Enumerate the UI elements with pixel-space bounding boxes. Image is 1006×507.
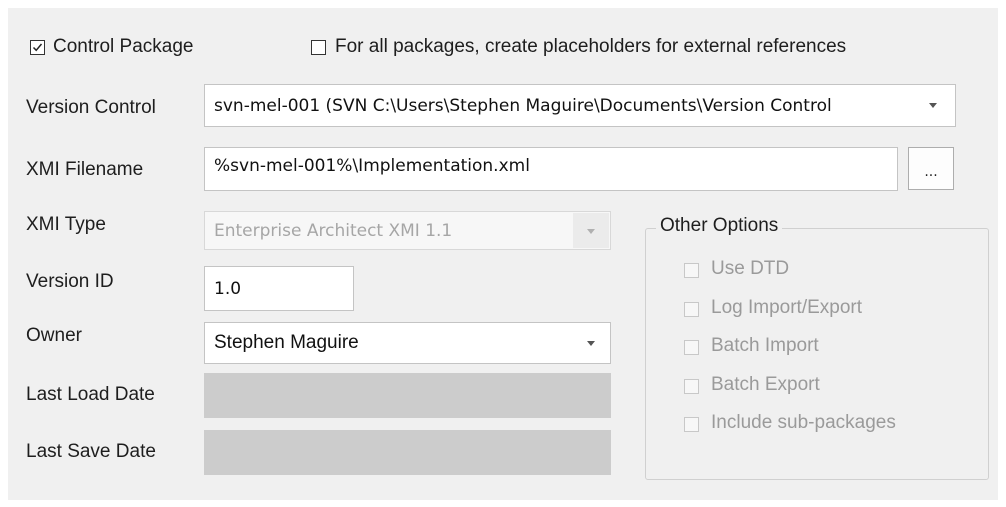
owner-value: Stephen Maguire <box>214 332 359 353</box>
version-id-value: 1.0 <box>214 278 242 299</box>
log-import-export-label: Log Import/Export <box>711 297 863 318</box>
xmi-filename-label: XMI Filename <box>26 159 144 180</box>
last-save-date-label: Last Save Date <box>26 441 156 462</box>
owner-chevron-down-icon[interactable] <box>587 341 595 346</box>
include-sub-packages-checkbox <box>684 417 699 432</box>
checkmark-icon <box>32 43 43 52</box>
include-sub-packages-label: Include sub-packages <box>711 412 896 433</box>
version-control-dropdown[interactable]: svn-mel-001 (SVN C:\Users\Stephen Maguir… <box>204 84 956 127</box>
batch-import-checkbox <box>684 340 699 355</box>
create-placeholders-label[interactable]: For all packages, create placeholders fo… <box>335 36 846 58</box>
version-id-input[interactable]: 1.0 <box>204 266 354 311</box>
last-load-date-label: Last Load Date <box>26 384 155 405</box>
batch-export-label: Batch Export <box>711 374 820 395</box>
use-dtd-checkbox <box>684 263 699 278</box>
create-placeholders-checkbox[interactable] <box>311 40 326 55</box>
batch-export-checkbox <box>684 379 699 394</box>
owner-label: Owner <box>26 325 82 346</box>
use-dtd-label: Use DTD <box>711 258 790 279</box>
last-load-date-field <box>204 373 611 418</box>
browse-button[interactable]: ... <box>908 147 954 190</box>
last-save-date-field <box>204 430 611 475</box>
control-package-checkbox[interactable] <box>30 40 45 55</box>
xmi-type-value: Enterprise Architect XMI 1.1 <box>214 220 453 241</box>
owner-dropdown[interactable]: Stephen Maguire <box>204 322 611 364</box>
xmi-type-dropdown: Enterprise Architect XMI 1.1 <box>204 211 611 250</box>
batch-import-label: Batch Import <box>711 335 819 356</box>
version-id-label: Version ID <box>26 271 114 292</box>
xmi-filename-input[interactable]: %svn-mel-001%\Implementation.xml <box>204 147 898 191</box>
version-control-label: Version Control <box>26 97 156 118</box>
control-package-label[interactable]: Control Package <box>53 36 193 58</box>
xmi-filename-value: %svn-mel-001%\Implementation.xml <box>214 156 530 176</box>
version-control-value: svn-mel-001 (SVN C:\Users\Stephen Maguir… <box>214 95 832 116</box>
xmi-type-chevron-down-icon <box>587 229 595 234</box>
version-control-chevron-down-icon[interactable] <box>929 103 937 108</box>
other-options-title: Other Options <box>656 215 783 237</box>
xmi-type-label: XMI Type <box>26 214 106 235</box>
log-import-export-checkbox <box>684 302 699 317</box>
